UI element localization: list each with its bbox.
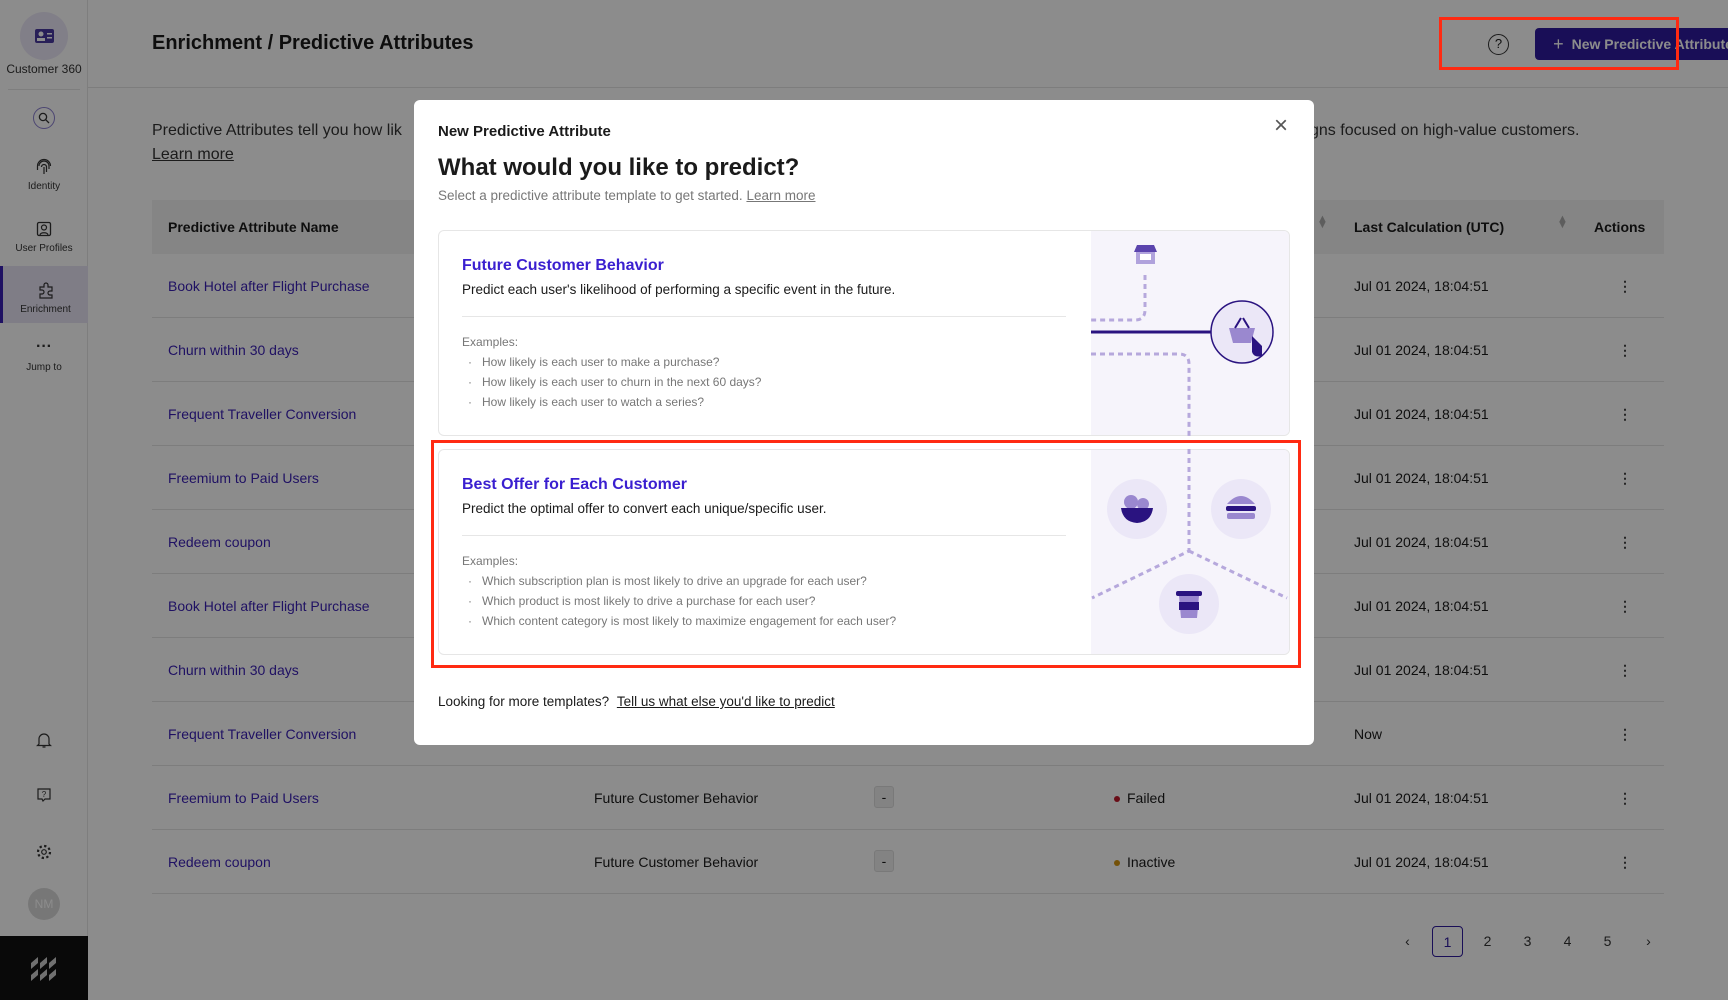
example-item: How likely is each user to churn in the … [462,375,761,395]
card-title: Future Customer Behavior [462,257,664,274]
request-template-link[interactable]: Tell us what else you'd like to predict [617,694,835,709]
subtitle-text: Select a predictive attribute template t… [438,188,743,203]
highlight-box [431,440,1301,668]
card-description: Predict each user's likelihood of perfor… [462,282,896,297]
examples-list: How likely is each user to make a purcha… [462,355,761,415]
card-illustration [1091,231,1289,435]
modal-subtitle: Select a predictive attribute template t… [438,188,815,203]
modal-title: New Predictive Attribute [438,123,611,140]
footer-text: Looking for more templates? [438,694,610,709]
template-card-future-customer-behavior[interactable]: Future Customer Behavior Predict each us… [438,230,1290,436]
close-icon[interactable]: × [1274,114,1288,138]
modal-heading: What would you like to predict? [438,154,800,181]
highlight-box [1439,17,1679,70]
example-item: How likely is each user to make a purcha… [462,355,761,375]
examples-label: Examples: [462,335,519,349]
learn-more-link[interactable]: Learn more [746,188,815,203]
modal-footer: Looking for more templates? Tell us what… [438,694,835,709]
example-item: How likely is each user to watch a serie… [462,395,761,415]
